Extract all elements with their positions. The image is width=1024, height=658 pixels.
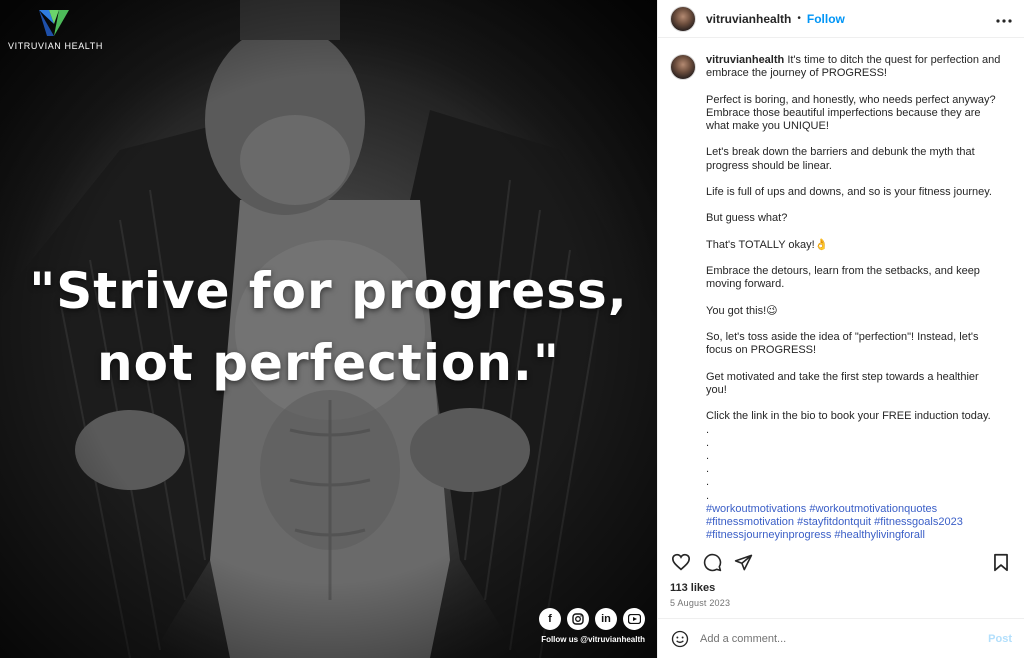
vitruvian-logo-icon bbox=[39, 10, 69, 36]
caption-avatar[interactable] bbox=[670, 54, 696, 80]
brand-logo: VITRUVIAN HEALTH bbox=[8, 6, 103, 51]
comments-section[interactable]: vitruvianhealth It's time to ditch the q… bbox=[658, 39, 1024, 542]
separator-dot: • bbox=[797, 13, 801, 24]
quote-text: "Strive for progress, not perfection." bbox=[0, 255, 657, 399]
caption-paragraph: So, let's toss aside the idea of "perfec… bbox=[706, 331, 979, 357]
comment-icon[interactable] bbox=[701, 551, 723, 573]
youtube-icon bbox=[623, 608, 645, 630]
caption-paragraph: That's TOTALLY okay!👌 bbox=[706, 238, 829, 251]
quote-line-1: "Strive for progress, bbox=[29, 262, 628, 320]
caption-username[interactable]: vitruvianhealth bbox=[706, 54, 784, 66]
social-links: f in Follow us @vitruvianhealth bbox=[539, 608, 645, 644]
facebook-icon: f bbox=[539, 608, 561, 630]
caption-paragraph: Embrace the detours, learn from the setb… bbox=[706, 265, 980, 291]
action-bar bbox=[658, 548, 1024, 576]
caption-dot: . bbox=[706, 463, 710, 476]
caption-paragraph: Life is full of ups and downs, and so is… bbox=[706, 185, 992, 198]
instagram-icon bbox=[567, 608, 589, 630]
post-button[interactable]: Post bbox=[988, 633, 1012, 645]
caption-paragraph: Click the link in the bio to book your F… bbox=[706, 410, 991, 423]
caption-dot: . bbox=[706, 423, 710, 436]
caption-paragraph: Get motivated and take the first step to… bbox=[706, 370, 979, 396]
share-icon[interactable] bbox=[732, 551, 754, 573]
heart-icon[interactable] bbox=[670, 551, 692, 573]
caption-text: vitruvianhealth It's time to ditch the q… bbox=[706, 54, 1002, 542]
post-details-panel: vitruvianhealth • Follow vitruvianhealth… bbox=[657, 0, 1024, 658]
caption-paragraph: But guess what? bbox=[706, 212, 788, 225]
caption-dot: . bbox=[706, 476, 710, 489]
caption: vitruvianhealth It's time to ditch the q… bbox=[670, 54, 1010, 542]
add-comment-bar: Post bbox=[658, 618, 1024, 658]
comment-input[interactable] bbox=[700, 632, 989, 645]
hashtags[interactable]: #workoutmotivations #workoutmotivationqu… bbox=[706, 503, 1002, 542]
caption-dot: . bbox=[706, 489, 710, 502]
bookmark-icon[interactable] bbox=[990, 551, 1012, 573]
post-date[interactable]: 5 August 2023 bbox=[670, 598, 730, 608]
emoji-icon[interactable] bbox=[670, 629, 690, 649]
caption-paragraph: Perfect is boring, and honestly, who nee… bbox=[706, 93, 996, 132]
caption-dot: . bbox=[706, 436, 710, 449]
follow-button[interactable]: Follow bbox=[807, 12, 845, 26]
post-image[interactable]: VITRUVIAN HEALTH "Strive for progress, n… bbox=[0, 0, 657, 658]
caption-paragraph: Let's break down the barriers and debunk… bbox=[706, 146, 975, 172]
caption-dot: . bbox=[706, 449, 710, 462]
linkedin-icon: in bbox=[595, 608, 617, 630]
caption-paragraph: You got this!😉 bbox=[706, 304, 778, 317]
brand-name: VITRUVIAN HEALTH bbox=[8, 41, 103, 51]
post-header: vitruvianhealth • Follow bbox=[658, 0, 1024, 38]
more-options-icon[interactable] bbox=[996, 11, 1012, 27]
header-username[interactable]: vitruvianhealth bbox=[706, 12, 791, 26]
social-handle: Follow us @vitruvianhealth bbox=[541, 635, 645, 644]
avatar[interactable] bbox=[670, 5, 696, 32]
likes-count[interactable]: 113 likes bbox=[670, 582, 715, 594]
quote-line-2: not perfection." bbox=[97, 334, 560, 392]
